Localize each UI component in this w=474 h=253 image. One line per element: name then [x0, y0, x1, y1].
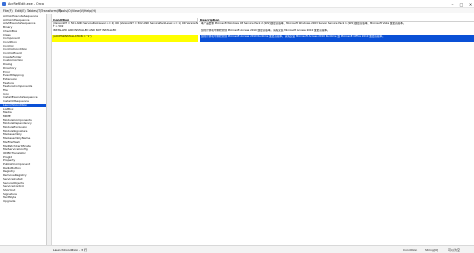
menu-tables[interactable]: Tables(T) [27, 9, 41, 13]
minimize-button[interactable]: – [448, 0, 457, 8]
menu-edit[interactable]: Edit(E) [15, 9, 26, 13]
status-column-name: Condition [403, 248, 418, 252]
menu-bar: File(F) Edit(E) Tables(T) Transform(R) T… [0, 8, 474, 13]
status-nullable: 可以为空 [448, 248, 461, 252]
maximize-button[interactable]: □ [457, 0, 466, 8]
description-cell[interactable]: 您的计算机中未检测到 Microsoft Access 2010 Runtime… [200, 35, 474, 42]
condition-cell[interactable]: (ACCESSINSTALLATION = "1") [52, 35, 198, 42]
status-table-row-count: LaunchCondition - 3 行 [53, 248, 88, 252]
status-column-type: String[0] [425, 248, 439, 252]
menu-tools[interactable]: Tools(O) [59, 9, 72, 13]
orca-app-icon [2, 2, 6, 6]
table-list[interactable]: AdminExecuteSequence AdminUISequence AdvtE… [0, 14, 47, 245]
title-bar: AcrRefEdit.exe - Orca – □ ✕ [0, 0, 474, 8]
table-grid: Condition Description (VersionNT = 501 A… [52, 18, 474, 245]
table-row-selected[interactable]: (ACCESSINSTALLATION = "1") 您的计算机中未检测到 Mi… [52, 35, 474, 42]
status-bar: LaunchCondition - 3 行 Condition String[0… [0, 245, 474, 253]
window-title: AcrRefEdit.exe - Orca [8, 2, 44, 6]
menu-help[interactable]: Help(H) [84, 9, 96, 13]
close-button[interactable]: ✕ [466, 0, 474, 8]
table-list-item[interactable]: Upgrade [0, 200, 46, 204]
menu-file[interactable]: File(F) [3, 9, 13, 13]
menu-view[interactable]: View(V) [72, 9, 84, 13]
